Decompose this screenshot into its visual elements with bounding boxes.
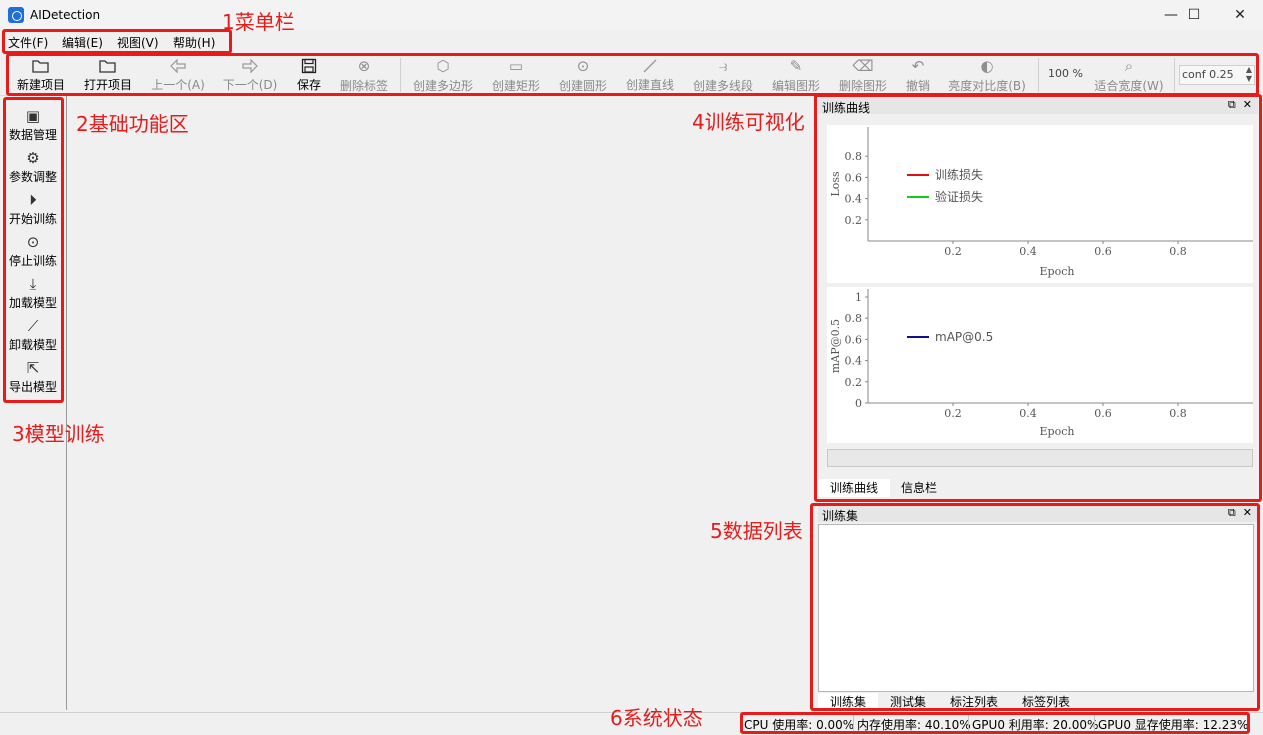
annotation-label: 4训练可视化 <box>692 110 805 134</box>
annotation-label: 5数据列表 <box>710 519 803 543</box>
annotation-box-dataset <box>810 503 1260 711</box>
annotation-label: 3模型训练 <box>12 422 105 446</box>
annotation-box-training <box>814 94 1262 502</box>
annotation-box-left <box>3 97 64 403</box>
annotation-label: 1菜单栏 <box>222 10 295 34</box>
window-title: AIDetection <box>30 8 101 22</box>
title-bar <box>0 0 1263 30</box>
maximize-button[interactable]: ☐ <box>1171 0 1217 30</box>
annotation-box-menu <box>2 29 232 54</box>
annotation-box-status <box>740 712 1250 734</box>
annotation-box-toolbar <box>6 53 1259 96</box>
annotation-label: 2基础功能区 <box>76 112 189 136</box>
app-logo-icon <box>8 7 24 23</box>
close-button[interactable]: ✕ <box>1217 0 1263 30</box>
image-canvas[interactable] <box>67 96 807 710</box>
annotation-label: 6系统状态 <box>610 706 703 730</box>
